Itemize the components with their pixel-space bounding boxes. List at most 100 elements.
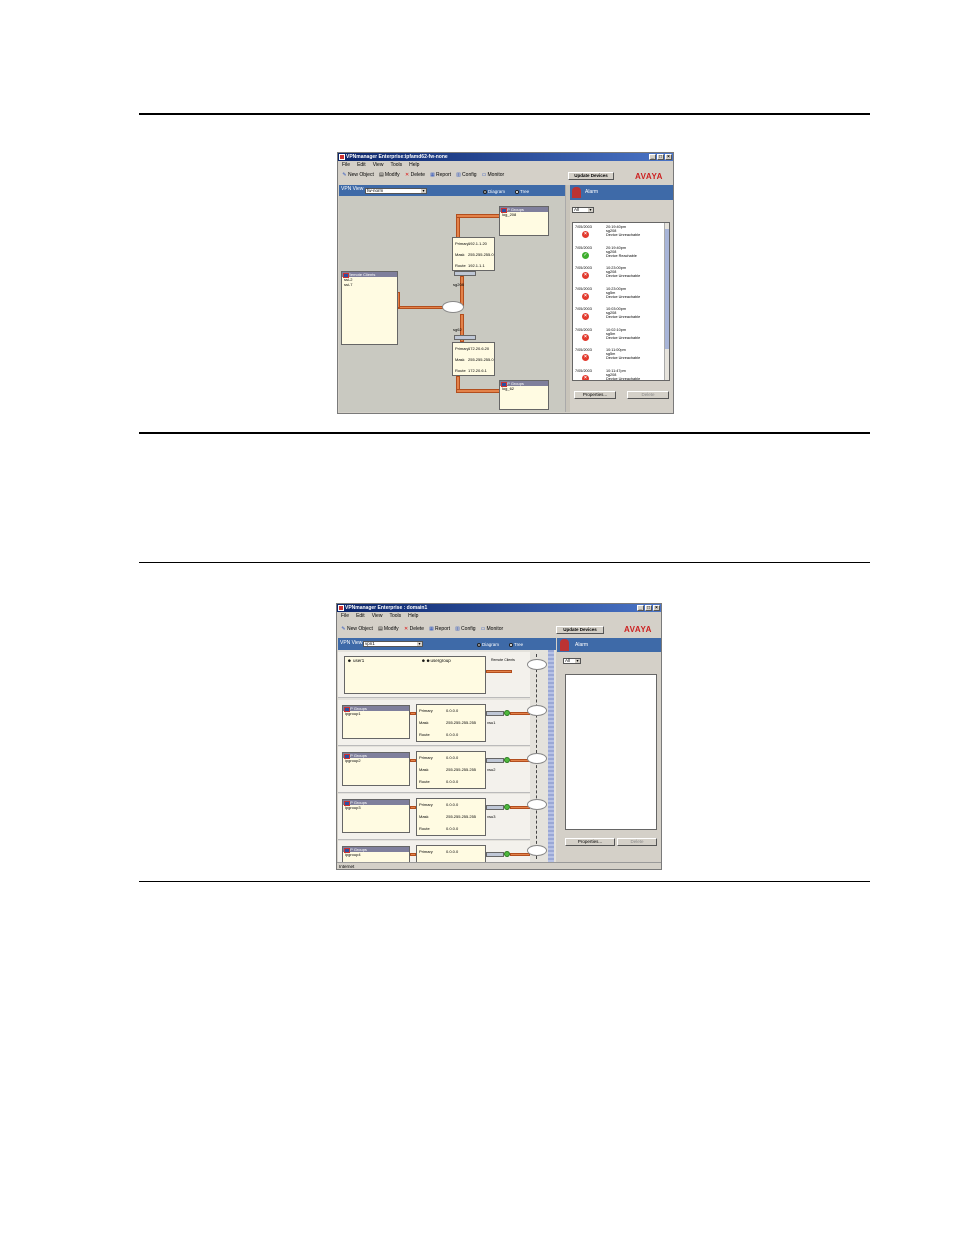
user-node[interactable]: ☻ user1 ☻☻usergroup Remote Clients — [344, 656, 515, 694]
alarm-row[interactable]: 7/05/2003 × 10:03:00pm sg208 Device Unreacha… — [575, 307, 669, 328]
vpnmanager-window-alarms: VPNmanager Enterprise:ipfamd62-fw-none _… — [337, 152, 674, 414]
ip-group-node[interactable]: IP Groups log_62 — [499, 380, 549, 410]
remote-client-item[interactable]: ssi-7 — [342, 282, 397, 287]
alarm-date: 7/05/2003 — [575, 368, 592, 373]
delete-button[interactable]: ✕ Delete — [404, 624, 424, 634]
internet-cloud-icon — [528, 846, 546, 855]
config-button[interactable]: ▥ Config — [456, 170, 476, 180]
device-tag[interactable] — [486, 852, 504, 857]
alarm-row[interactable]: 7/05/2003 × 10:23:00pm sg5m Device Unreachab… — [575, 286, 669, 308]
alarm-date: 7/05/2003 — [575, 225, 592, 229]
menu-view[interactable]: View — [372, 612, 383, 621]
diagram-radio[interactable]: Diagram — [477, 642, 499, 648]
splitter[interactable] — [565, 185, 570, 412]
new-object-button[interactable]: ✎ New Object — [341, 624, 372, 634]
alarm-status: Device Unreachable — [606, 274, 641, 279]
device-tag[interactable] — [486, 711, 504, 716]
new-object-button[interactable]: ✎ New Object — [342, 170, 373, 180]
network-info-box: Primary 0.0.0.0 — [416, 845, 486, 863]
remote-clients-node[interactable]: Remote Clients ssi-2 ssi-7 — [341, 271, 398, 345]
monitor-button[interactable]: ▭ Monitor — [482, 170, 505, 180]
monitor-button[interactable]: ▭ Monitor — [481, 624, 504, 634]
report-button[interactable]: ▦ Report — [429, 624, 450, 634]
close-icon[interactable]: × — [653, 605, 660, 611]
monitor-icon: ▭ — [480, 625, 486, 632]
config-icon: ▥ — [455, 625, 460, 632]
alarm-row[interactable]: 7/05/2003 × 20:19:40pm sg208 Device Unreacha… — [575, 225, 669, 246]
report-button[interactable]: ▦ Report — [430, 170, 451, 180]
unreachable-icon: × — [582, 231, 589, 238]
menu-help[interactable]: Help — [409, 161, 419, 170]
alarm-filter-select[interactable]: All ▾ — [572, 207, 594, 213]
device-tag[interactable] — [454, 271, 476, 276]
modify-icon: ▤ — [377, 625, 383, 632]
minimize-icon[interactable]: _ — [649, 154, 656, 160]
menu-edit[interactable]: Edit — [357, 161, 366, 170]
alarm-bell-icon — [560, 639, 569, 651]
tree-radio[interactable]: Tree — [509, 642, 523, 648]
alarm-row[interactable]: 7/05/2003 × 10:11:47pm sg208 Device Unreacha… — [575, 368, 669, 380]
maximize-icon[interactable]: □ — [657, 154, 664, 160]
modify-button[interactable]: ▤ Modify — [378, 624, 399, 634]
tree-radio[interactable]: Tree — [515, 189, 529, 195]
new-object-icon: ✎ — [342, 171, 347, 178]
alarm-row[interactable]: 7/05/2003 × 10:23:00pm sg208 Device Unreacha… — [575, 266, 669, 287]
alarm-row[interactable]: 7/05/2003 ✓ 20:19:40pm sg208 Device Reachabl… — [575, 246, 669, 267]
menu-edit[interactable]: Edit — [356, 612, 365, 621]
modify-icon: ▤ — [378, 171, 384, 178]
ip-group-node[interactable]: IP Groups ipgroup1 — [342, 705, 410, 739]
delete-button[interactable]: ✕ Delete — [405, 170, 425, 180]
device-label: sg208 — [453, 282, 464, 287]
avaya-logo: AVAYA — [624, 625, 652, 634]
minimize-icon[interactable]: _ — [637, 605, 644, 611]
properties-button[interactable]: Properties... — [565, 838, 615, 846]
properties-button[interactable]: Properties... — [574, 391, 616, 399]
alarm-status: Device Unreachable — [606, 294, 641, 299]
report-icon: ▦ — [429, 625, 434, 632]
window-title: VPNmanager Enterprise:ipfamd62-fw-none — [346, 154, 448, 160]
diagram-canvas[interactable]: IP Groups log_208 Primary192.1.1.20 Mask… — [339, 196, 565, 412]
modify-button[interactable]: ▤ Modify — [379, 170, 400, 180]
alarm-list[interactable] — [565, 674, 657, 830]
diagram-canvas[interactable]: ☻ user1 ☻☻usergroup Remote Clients IP Gr… — [338, 650, 556, 863]
device-tag[interactable] — [486, 758, 504, 763]
ip-group-node[interactable]: IP Groups ipgroup2 — [342, 752, 410, 786]
delete-alarm-button[interactable]: Delete — [627, 391, 669, 399]
diagram-scrollbar[interactable] — [548, 650, 554, 863]
vpn-view-label: VPN View — [341, 186, 364, 192]
maximize-icon[interactable]: □ — [645, 605, 652, 611]
device-tag[interactable] — [454, 335, 476, 340]
network-info-box: Primary 0.0.0.0 Mask 255.255.255.255 Route 0.… — [416, 751, 486, 789]
config-button[interactable]: ▥ Config — [455, 624, 475, 634]
alarm-row[interactable]: 7/05/2003 × 10:11:00pm sg5m Device Unreachab… — [575, 348, 669, 369]
diagram-radio[interactable]: Diagram — [483, 189, 505, 195]
alarm-date: 7/05/2003 — [575, 286, 592, 291]
alarm-list[interactable]: 7/05/2003 × 20:19:40pm sg208 Device Unreacha… — [572, 222, 670, 381]
device-tag[interactable] — [486, 805, 504, 810]
internet-cloud-icon — [528, 800, 546, 809]
update-devices-button[interactable]: Update Devices — [556, 626, 604, 634]
menu-file[interactable]: File — [342, 161, 350, 170]
update-devices-button[interactable]: Update Devices — [568, 172, 614, 180]
menu-tools[interactable]: Tools — [390, 161, 402, 170]
chevron-down-icon: ▾ — [417, 641, 422, 646]
alarm-list-scrollbar[interactable] — [664, 223, 669, 380]
menu-help[interactable]: Help — [408, 612, 418, 621]
ip-group-node[interactable]: IP Groups ipgroup4 — [342, 846, 410, 863]
vpn-view-select[interactable]: fw-norm ▾ — [365, 188, 427, 194]
menu-tools[interactable]: Tools — [389, 612, 401, 621]
reachable-icon: ✓ — [582, 251, 589, 259]
ip-group-node[interactable]: IP Groups log_208 — [499, 206, 549, 236]
delete-icon: ✕ — [404, 171, 410, 178]
connection-pipe — [456, 214, 500, 218]
vpn-view-select[interactable]: vpn1 ▾ — [363, 641, 423, 647]
delete-alarm-button[interactable]: Delete — [617, 838, 657, 846]
ip-group-node[interactable]: IP Groups ipgroup3 — [342, 799, 410, 833]
menu-view[interactable]: View — [373, 161, 384, 170]
alarm-filter-select[interactable]: All ▾ — [563, 658, 581, 664]
vpn-view-label: VPN View — [340, 640, 363, 646]
alarm-row[interactable]: 7/05/2003 × 10:02:10pm sg5m Device Unreachab… — [575, 328, 669, 349]
network-info-box: Primary 0.0.0.0 Mask 255.255.255.255 Route 0.… — [416, 798, 486, 836]
close-icon[interactable]: × — [665, 154, 672, 160]
menu-file[interactable]: File — [341, 612, 349, 621]
